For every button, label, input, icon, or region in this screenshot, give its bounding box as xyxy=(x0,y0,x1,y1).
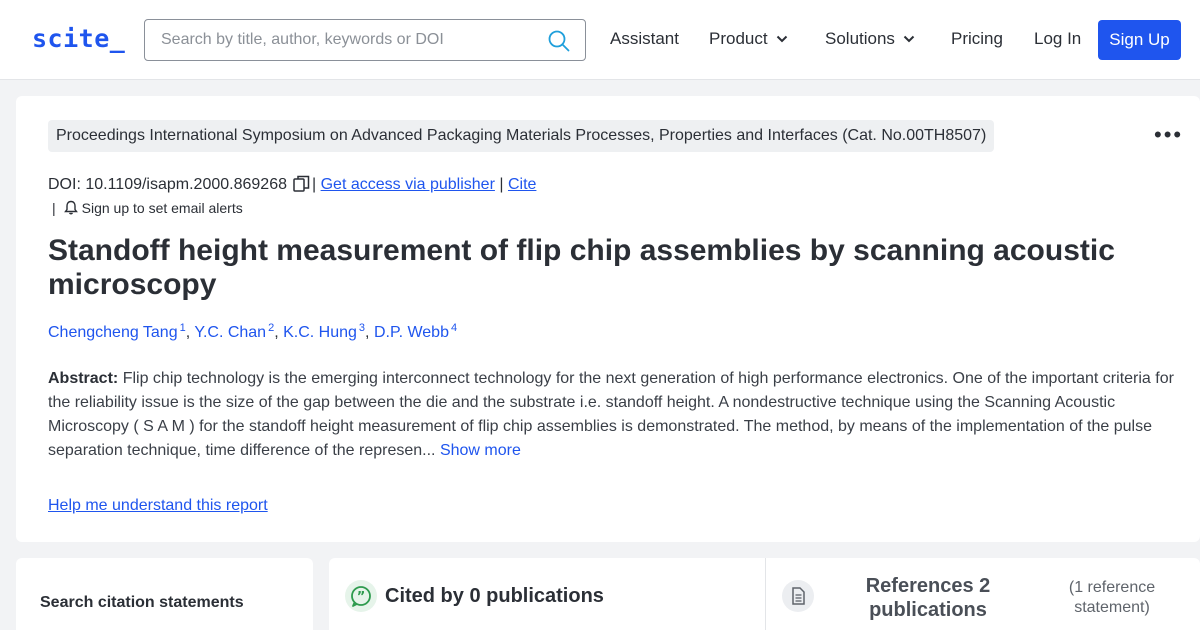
abstract: Abstract: Flip chip technology is the em… xyxy=(48,367,1176,463)
references-panel[interactable]: References 2 publications (1 reference s… xyxy=(765,558,1200,630)
doi-row: DOI: 10.1109/isapm.2000.869268 | Get acce… xyxy=(48,175,536,194)
show-more-link[interactable]: Show more xyxy=(440,442,521,459)
nav-solutions[interactable]: Solutions xyxy=(825,29,915,49)
nav-login[interactable]: Log In xyxy=(1034,29,1081,49)
top-navigation-bar: scite_ Assistant Product Solutions Prici… xyxy=(0,0,1200,80)
citation-search-panel: Search citation statements xyxy=(16,558,313,630)
author-link[interactable]: K.C. Hung 3 xyxy=(283,322,365,341)
author-separator: , xyxy=(365,324,370,341)
references-count: References 2 publications xyxy=(865,575,991,621)
search-box[interactable] xyxy=(144,19,586,61)
separator: | xyxy=(52,200,56,216)
reference-statement-count: (1 reference statement) xyxy=(1068,579,1156,616)
more-options-icon[interactable]: ••• xyxy=(1154,124,1183,146)
search-icon[interactable] xyxy=(547,29,571,53)
author-link[interactable]: Chengcheng Tang 1 xyxy=(48,322,186,341)
nav-solutions-label: Solutions xyxy=(825,29,895,48)
nav-product-label: Product xyxy=(709,29,768,48)
search-input[interactable] xyxy=(161,29,531,51)
search-statements-heading: Search citation statements xyxy=(40,594,244,611)
nav-pricing-label: Pricing xyxy=(951,29,1003,48)
nav-assistant-label: Assistant xyxy=(610,29,679,48)
doi-text: DOI: 10.1109/isapm.2000.869268 xyxy=(48,176,287,193)
nav-login-label: Log In xyxy=(1034,29,1082,48)
bell-icon xyxy=(63,200,78,215)
separator: | xyxy=(311,176,317,193)
author-link[interactable]: Y.C. Chan 2 xyxy=(194,322,274,341)
chevron-down-icon xyxy=(776,35,787,43)
paper-card: Proceedings International Symposium on A… xyxy=(16,96,1200,542)
nav-pricing[interactable]: Pricing xyxy=(951,29,1003,49)
sign-up-button[interactable]: Sign Up xyxy=(1098,20,1181,60)
cited-by-count: Cited by 0 publications xyxy=(385,585,604,607)
help-understand-link[interactable]: Help me understand this report xyxy=(48,497,268,515)
nav-product[interactable]: Product xyxy=(709,29,788,49)
venue-badge[interactable]: Proceedings International Symposium on A… xyxy=(48,120,995,152)
scite-logo[interactable]: scite_ xyxy=(32,24,125,53)
author-separator: , xyxy=(185,324,191,341)
quote-bubble-icon: ” xyxy=(345,580,377,612)
svg-text:”: ” xyxy=(357,590,366,605)
get-access-link[interactable]: Get access via publisher xyxy=(321,176,495,193)
cite-link[interactable]: Cite xyxy=(508,176,536,193)
abstract-label: Abstract: xyxy=(48,370,119,387)
email-alert-label: Sign up to set email alerts xyxy=(81,200,243,216)
author-link[interactable]: D.P. Webb 4 xyxy=(374,322,457,341)
nav-assistant[interactable]: Assistant xyxy=(610,29,679,49)
cited-by-panel[interactable]: ” Cited by 0 publications xyxy=(329,558,765,630)
separator: | xyxy=(499,176,504,193)
author-list: Chengcheng Tang 1, Y.C. Chan 2, K.C. Hung 3… xyxy=(48,322,457,342)
chevron-down-icon xyxy=(903,35,915,43)
author-separator: , xyxy=(274,324,279,341)
paper-title: Standoff height measurement of flip chip… xyxy=(48,234,1115,301)
copy-icon[interactable] xyxy=(293,175,310,192)
document-icon xyxy=(782,580,814,612)
abstract-text: Flip chip technology is the emerging int… xyxy=(48,370,1174,459)
email-alert-row[interactable]: | Sign up to set email alerts xyxy=(52,200,243,216)
